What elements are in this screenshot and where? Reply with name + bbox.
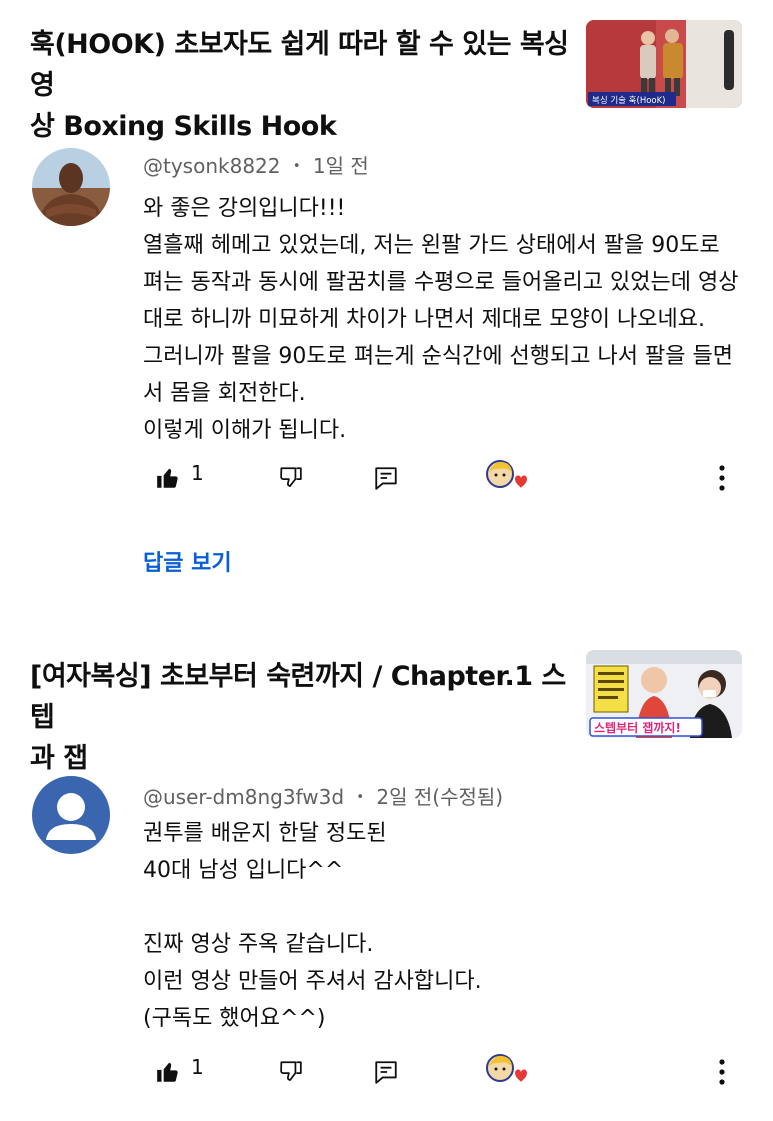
like-count: 1: [191, 461, 204, 485]
like-count: 1: [191, 1055, 204, 1079]
comment-line: 펴는 동작과 동시에 팔꿈치를 수평으로 들어올리고 있었는데 영상: [143, 270, 739, 295]
creator-heart: [486, 458, 528, 498]
reply-comment-icon: [375, 467, 397, 490]
meta-separator: •: [356, 790, 365, 805]
comment-line: [143, 889, 743, 926]
more-options-button[interactable]: [712, 1052, 732, 1092]
video-title[interactable]: [여자복싱] 초보부터 숙련까지 / Chapter.1 스텝 과 잽: [30, 656, 570, 779]
comment-line: 40대 남성 입니다^^: [143, 858, 344, 883]
comments-history-page: 훅(HOOK) 초보자도 쉽게 따라 할 수 있는 복싱 영 상 Boxing …: [0, 0, 773, 1121]
comment-line: (구독도 했어요^^): [143, 1006, 326, 1031]
comment-line: 이렇게 이해가 됩니다.: [143, 418, 347, 443]
meta-separator: •: [292, 159, 301, 174]
creator-heart-icon: [486, 460, 527, 488]
video-thumbnail[interactable]: 스텝부터 잽까지!: [586, 650, 742, 738]
video-thumbnail[interactable]: 복싱 기술 훅(HooK): [586, 20, 742, 108]
more-vertical-icon: [719, 465, 725, 491]
video-title-line: 과 잽: [30, 743, 88, 774]
comment-meta: @user-dm8ng3fw3d • 2일 전(수정됨): [143, 781, 503, 810]
comment-line: 권투를 배운지 한달 정도된: [143, 821, 387, 846]
comment-time: 1일 전: [312, 154, 369, 178]
thumbs-down-outline-icon: [280, 1061, 302, 1081]
comment-text: 권투를 배운지 한달 정도된 40대 남성 입니다^^ 진짜 영상 주옥 같습니…: [143, 815, 743, 1037]
creator-heart: [486, 1052, 528, 1092]
more-vertical-icon: [719, 1059, 725, 1085]
comment-time: 2일 전(수정됨): [376, 785, 504, 809]
thumbs-up-filled-icon: [157, 1062, 178, 1082]
reply-comment-icon: [375, 1061, 397, 1084]
comment-line: 열흘째 헤메고 있었는데, 저는 왼팔 가드 상태에서 팔을 90도로: [143, 233, 720, 258]
thumbnail-caption: 복싱 기술 훅(HooK): [592, 95, 666, 106]
comment-line: 진짜 영상 주옥 같습니다.: [143, 932, 374, 957]
creator-heart-icon: [486, 1054, 527, 1082]
video-title-line: [여자복싱] 초보부터 숙련까지 / Chapter.1 스텝: [30, 661, 566, 733]
video-title-line: 훅(HOOK) 초보자도 쉽게 따라 할 수 있는 복싱 영: [30, 29, 569, 101]
reply-button[interactable]: [373, 458, 399, 498]
reply-button[interactable]: [373, 1052, 399, 1092]
author-handle[interactable]: @tysonk8822: [143, 154, 281, 178]
author-handle[interactable]: @user-dm8ng3fw3d: [143, 785, 344, 809]
thumbs-down-outline-icon: [280, 467, 302, 487]
dislike-button[interactable]: [277, 1052, 303, 1092]
comment-line: 그러니까 팔을 90도로 펴는게 순식간에 선행되고 나서 팔을 들면: [143, 344, 733, 369]
comment-line: 와 좋은 강의입니다!!!: [143, 196, 346, 221]
more-options-button[interactable]: [712, 458, 732, 498]
video-title-line: 상 Boxing Skills Hook: [30, 111, 337, 142]
avatar[interactable]: [32, 776, 110, 854]
avatar[interactable]: [32, 148, 110, 226]
comment-actions: 1: [0, 1052, 773, 1092]
like-button[interactable]: 1: [155, 1052, 204, 1092]
dislike-button[interactable]: [277, 458, 303, 498]
thumbs-up-filled-icon: [157, 468, 178, 488]
comment-actions: 1: [0, 458, 773, 498]
view-replies-link[interactable]: 답글 보기: [143, 545, 232, 577]
comment-line: 서 몸을 회전한다.: [143, 381, 306, 406]
comment-line: 대로 하니까 미묘하게 차이가 나면서 제대로 모양이 나오네요.: [143, 307, 705, 332]
like-button[interactable]: 1: [155, 458, 204, 498]
comment-text: 와 좋은 강의입니다!!! 열흘째 헤메고 있었는데, 저는 왼팔 가드 상태에…: [143, 190, 743, 449]
thumbnail-caption: 스텝부터 잽까지!: [594, 720, 681, 735]
comment-line: 이런 영상 만들어 주셔서 감사합니다.: [143, 969, 482, 994]
comment-meta: @tysonk8822 • 1일 전: [143, 150, 369, 179]
video-title[interactable]: 훅(HOOK) 초보자도 쉽게 따라 할 수 있는 복싱 영 상 Boxing …: [30, 24, 570, 147]
